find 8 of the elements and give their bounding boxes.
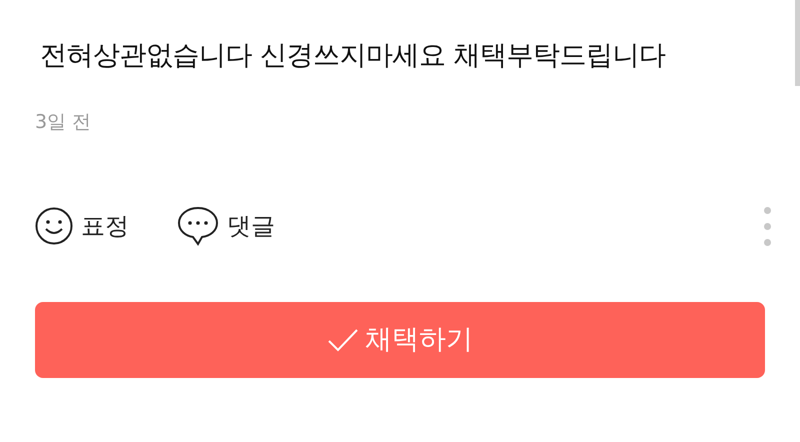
answer-text: 전혀상관없습니다 신경쓰지마세요 채택부탁드립니다 [40,39,667,73]
reaction-button[interactable]: 표정 [35,207,129,245]
speech-bubble-icon [177,205,219,247]
comment-button[interactable]: 댓글 [177,205,275,247]
checkmark-icon [327,328,359,352]
smiley-icon [35,207,73,245]
more-options-icon[interactable] [764,206,771,246]
timestamp: 3일 전 [35,110,92,134]
